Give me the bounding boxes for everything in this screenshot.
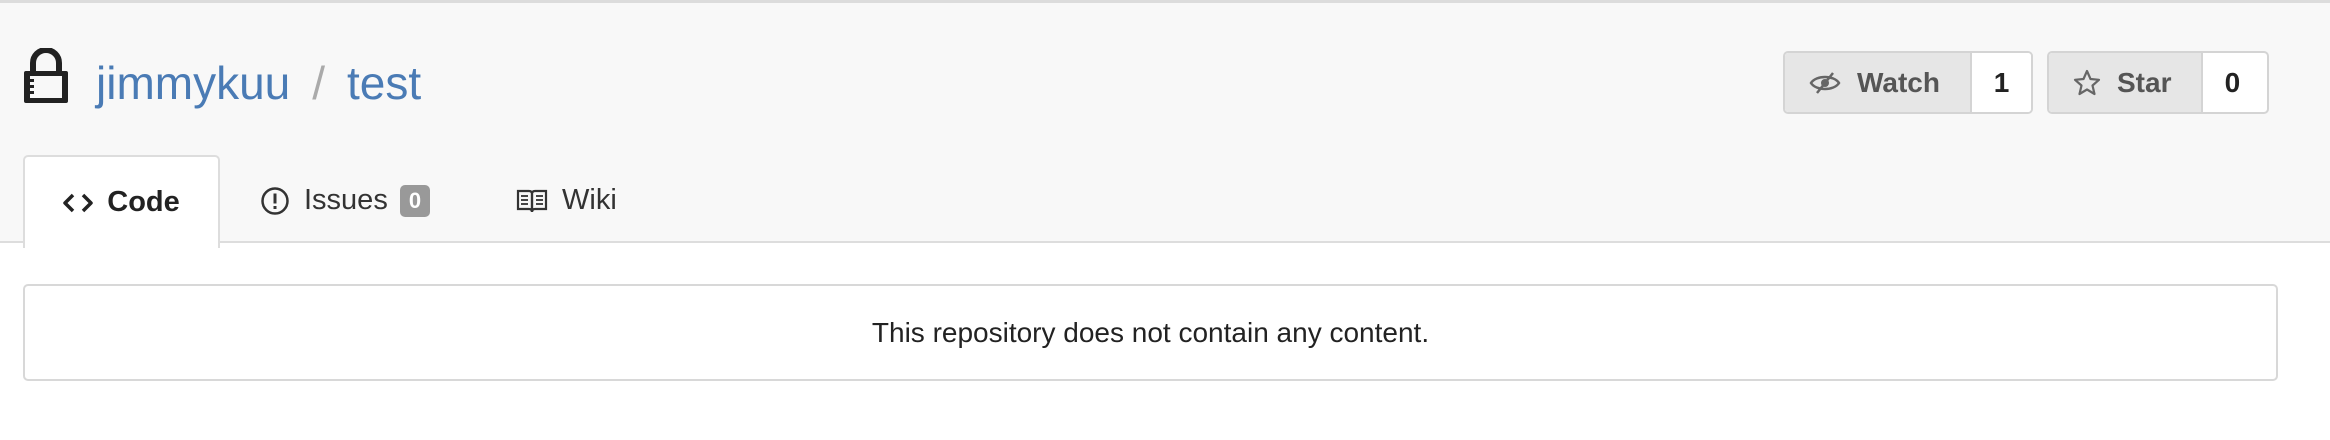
tab-issues-label: Issues	[304, 184, 388, 216]
eye-slash-icon	[1809, 71, 1841, 94]
empty-repo-message: This repository does not contain any con…	[871, 316, 1430, 348]
tab-wiki[interactable]: Wiki	[516, 155, 617, 246]
issue-icon	[261, 186, 289, 215]
repo-tabs: Code Issues 0 Wiki	[0, 155, 2330, 248]
star-icon	[2073, 69, 2101, 95]
repo-title: jimmykuu / test	[96, 53, 421, 113]
repo-name-link[interactable]: test	[347, 53, 421, 113]
book-icon	[516, 189, 548, 212]
tab-code[interactable]: Code	[23, 155, 220, 248]
watch-button-group: Watch 1	[1783, 51, 2033, 114]
star-button[interactable]: Star	[2049, 53, 2202, 112]
tab-wiki-label: Wiki	[562, 184, 617, 216]
code-icon	[63, 193, 93, 212]
repo-separator: /	[312, 57, 326, 109]
watch-count[interactable]: 1	[1969, 53, 2031, 112]
watch-button[interactable]: Watch	[1785, 53, 1970, 112]
star-label: Star	[2117, 66, 2172, 98]
watch-label: Watch	[1857, 66, 1940, 98]
tab-code-label: Code	[107, 186, 180, 218]
lock-icon	[24, 48, 68, 103]
repo-owner-link[interactable]: jimmykuu	[96, 53, 290, 113]
empty-repo-notice: This repository does not contain any con…	[23, 284, 2278, 381]
star-count[interactable]: 0	[2201, 53, 2262, 112]
star-button-group: Star 0	[2047, 51, 2269, 114]
issues-count-badge: 0	[399, 184, 431, 217]
repo-header: jimmykuu / test Watch 1 Star 0 Code Issu…	[0, 0, 2330, 248]
tab-issues[interactable]: Issues 0	[260, 155, 431, 246]
